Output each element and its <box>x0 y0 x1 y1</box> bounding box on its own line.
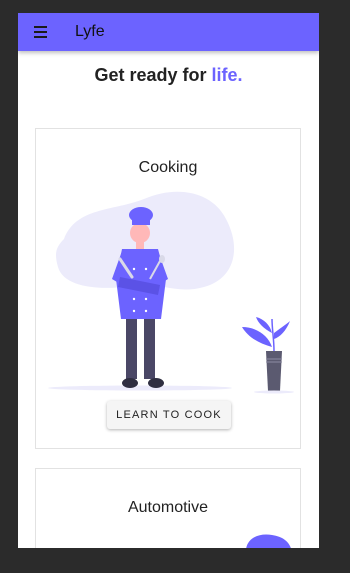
automotive-card: Automotive <box>35 468 301 548</box>
app-title: Lyfe <box>75 23 105 40</box>
page-headline: Get ready for life. <box>18 65 319 86</box>
learn-to-cook-button[interactable]: LEARN TO COOK <box>107 401 231 429</box>
cooking-card: Cooking LEARN TO COOK <box>35 128 301 449</box>
menu-icon-line <box>34 36 47 38</box>
app-screen: Lyfe Get ready for life. Cooking LEARN T… <box>18 13 319 548</box>
automotive-illustration <box>246 534 291 548</box>
menu-icon-line <box>34 31 47 33</box>
headline-accent: life. <box>211 65 243 85</box>
headline-prefix: Get ready for <box>94 65 212 85</box>
menu-icon[interactable] <box>30 20 54 44</box>
menu-icon-line <box>34 26 47 28</box>
app-bar: Lyfe <box>18 13 319 51</box>
